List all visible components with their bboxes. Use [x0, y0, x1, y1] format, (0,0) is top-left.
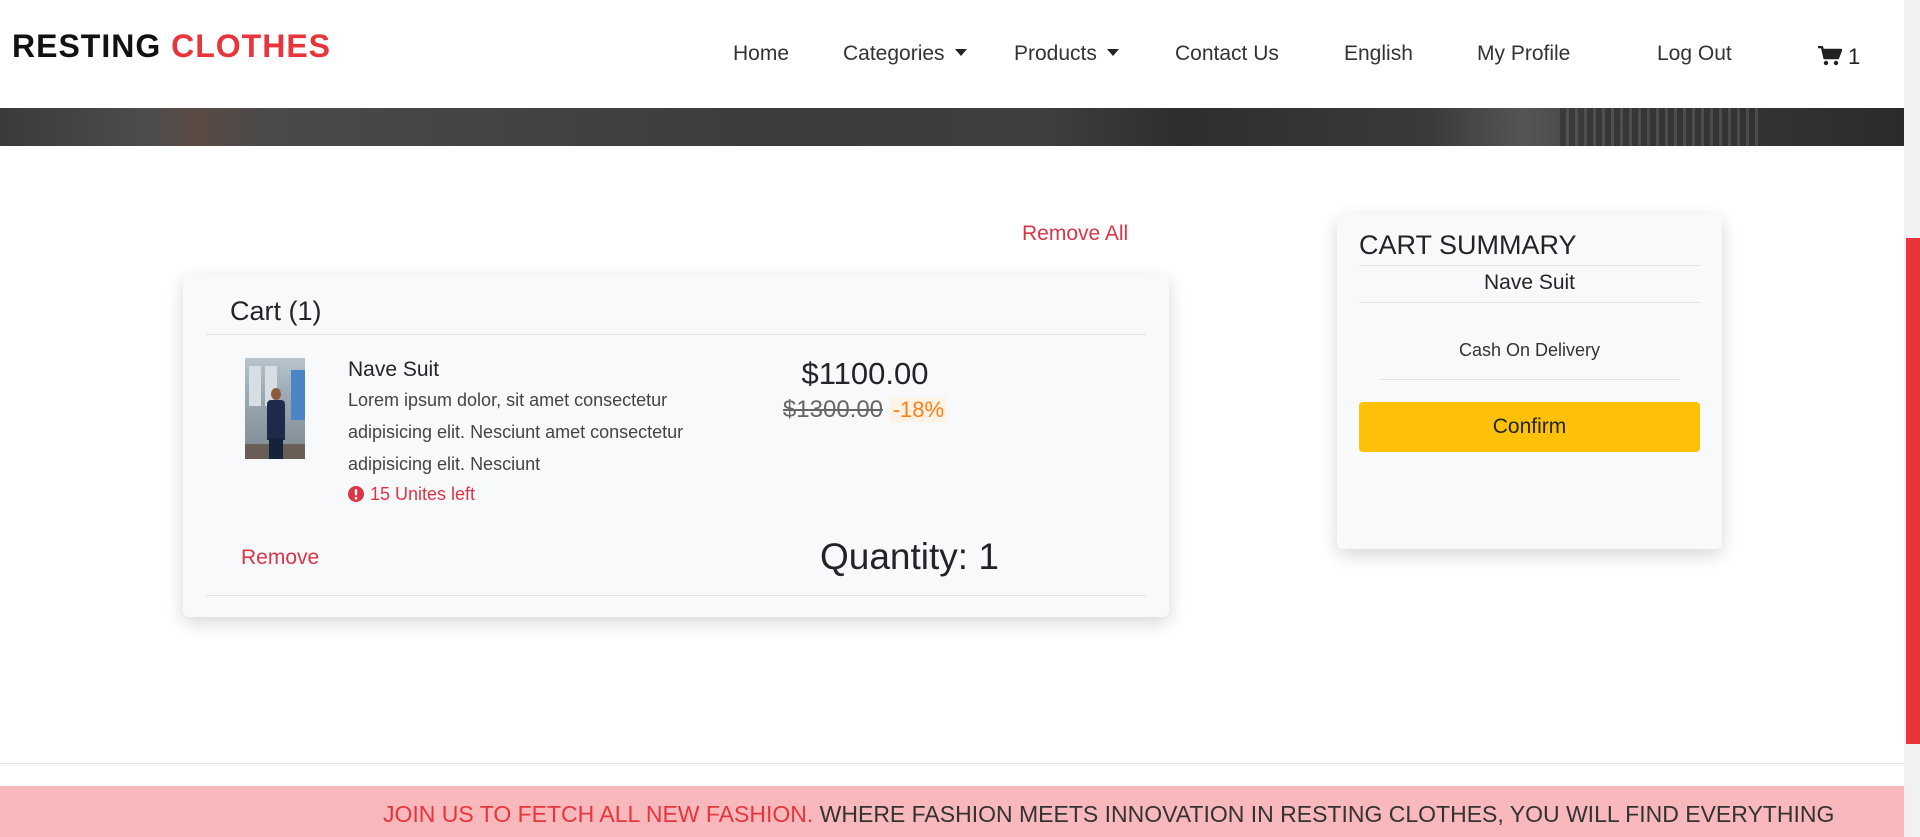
nav-products[interactable]: Products: [1014, 42, 1119, 66]
remove-all-button[interactable]: Remove All: [1022, 222, 1128, 246]
nav-products-label: Products: [1014, 42, 1097, 65]
cart-count: 1: [1848, 44, 1861, 69]
payment-method: Cash On Delivery: [1458, 340, 1601, 360]
nav-home[interactable]: Home: [733, 42, 789, 66]
nav-contact[interactable]: Contact Us: [1175, 42, 1279, 66]
image-person-legs: [269, 438, 283, 459]
remove-item-button[interactable]: Remove: [241, 546, 319, 570]
shopping-cart-icon: [1818, 45, 1843, 66]
summary-divider: [1379, 379, 1680, 380]
scrollbar-thumb[interactable]: [1906, 238, 1920, 744]
nav-profile[interactable]: My Profile: [1477, 42, 1570, 66]
caret-down-icon: [1106, 48, 1119, 56]
banner-highlight: JOIN US TO FETCH ALL NEW FASHION.: [383, 801, 814, 827]
price-original-block: $1300.00 -18%: [749, 396, 981, 424]
cart-summary-title: CART SUMMARY: [1359, 230, 1577, 260]
nav-categories[interactable]: Categories: [843, 42, 967, 66]
discount-badge: -18%: [889, 397, 948, 422]
brand-part-2: CLOTHES: [171, 28, 332, 64]
product-description: Lorem ipsum dolor, sit amet consectetur …: [348, 390, 684, 474]
cart-summary-card: CART SUMMARY Nave Suit Cash On Delivery …: [1337, 214, 1722, 549]
item-quantity: Quantity: 1: [820, 536, 999, 577]
product-image[interactable]: [245, 358, 305, 459]
nav-categories-label: Categories: [843, 42, 945, 65]
banner-text: JOIN US TO FETCH ALL NEW FASHION. WHERE …: [383, 801, 1834, 828]
stock-warning: 15 Unites left: [348, 484, 475, 505]
summary-item-name: Nave Suit: [1483, 271, 1576, 294]
banner-message: WHERE FASHION MEETS INNOVATION IN RESTIN…: [813, 801, 1835, 827]
image-person-head: [271, 388, 281, 400]
nav-cart[interactable]: 1: [1818, 44, 1860, 70]
cart-title: Cart (1): [230, 296, 322, 326]
image-person-suit: [267, 400, 285, 440]
brand-logo[interactable]: RESTING CLOTHES: [12, 28, 331, 65]
exclamation-circle-icon: [348, 486, 364, 502]
confirm-button[interactable]: Confirm: [1359, 402, 1700, 452]
product-price: $1100.00: [801, 356, 929, 391]
summary-divider: [1359, 265, 1700, 266]
cart-header-divider: [206, 334, 1146, 335]
footer-divider: [0, 763, 1904, 764]
image-backdrop: [291, 370, 305, 420]
cart-card: Cart (1) Nave Suit Lorem ipsum dolor, si…: [183, 274, 1169, 617]
stock-text: 15 Unites left: [370, 484, 476, 504]
nav-logout[interactable]: Log Out: [1657, 42, 1732, 66]
cart-footer-divider: [206, 595, 1146, 596]
caret-down-icon: [954, 48, 967, 56]
navbar: RESTING CLOTHES Home Categories Products…: [0, 0, 1904, 108]
image-window: [249, 366, 261, 406]
brand-part-1: RESTING: [12, 28, 162, 64]
product-name[interactable]: Nave Suit: [348, 358, 439, 382]
nav-language[interactable]: English: [1344, 42, 1413, 66]
marquee-banner: JOIN US TO FETCH ALL NEW FASHION. WHERE …: [0, 786, 1904, 837]
original-price: $1300.00: [782, 396, 884, 423]
hero-image: [0, 108, 1904, 146]
summary-divider: [1359, 302, 1700, 303]
hero-image-detail: [1560, 108, 1760, 146]
